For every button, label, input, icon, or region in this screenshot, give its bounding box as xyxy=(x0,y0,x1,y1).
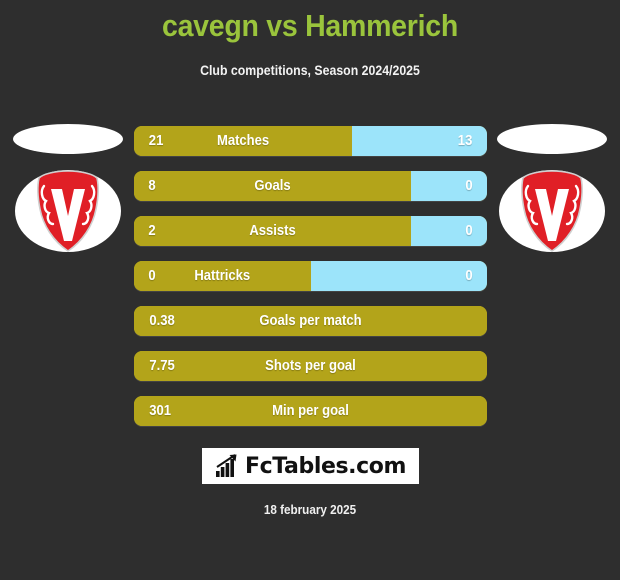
page-title: cavegn vs Hammerich xyxy=(162,8,458,43)
stat-row: Goals 8 0 xyxy=(134,171,487,201)
stat-value-away: 0 xyxy=(465,223,473,239)
fctables-logo-text: FcTables.com xyxy=(244,453,407,479)
stat-bar-home xyxy=(134,306,487,336)
stats-list: Matches 21 13 Goals 8 0 Assists 2 0 Hattricks 0 0 Go… xyxy=(134,126,487,441)
club-crest-icon xyxy=(521,170,583,252)
stat-row: Shots per goal 7.75 xyxy=(134,351,487,381)
stat-bar-away xyxy=(411,171,487,201)
stat-bar-home xyxy=(134,261,311,291)
bar-chart-arrow-icon xyxy=(215,454,237,477)
stat-bar-home xyxy=(134,351,487,381)
stat-bar-home xyxy=(134,171,412,201)
stat-value-home: 0.38 xyxy=(149,313,175,329)
stat-bar-home xyxy=(134,126,353,156)
stat-value-home: 21 xyxy=(148,133,164,149)
stat-bar-away xyxy=(411,216,487,246)
stat-row: Min per goal 301 xyxy=(134,396,487,426)
stat-row: Matches 21 13 xyxy=(134,126,487,156)
club-badge-left xyxy=(15,170,121,252)
report-date: 18 february 2025 xyxy=(263,502,357,517)
stat-row: Hattricks 0 0 xyxy=(134,261,487,291)
stat-value-away: 13 xyxy=(457,133,473,149)
stat-comparison-card: cavegn vs Hammerich Club competitions, S… xyxy=(0,0,620,580)
fctables-logo[interactable]: FcTables.com xyxy=(202,448,419,484)
stat-value-home: 2 xyxy=(148,223,156,239)
stat-value-home: 7.75 xyxy=(149,358,175,374)
stat-row: Goals per match 0.38 xyxy=(134,306,487,336)
stat-bar-away xyxy=(310,261,487,291)
stat-value-home: 8 xyxy=(148,178,156,194)
stat-value-home: 301 xyxy=(149,403,171,419)
club-crest-icon xyxy=(37,170,99,252)
badge-backdrop-right xyxy=(497,124,607,154)
stat-bar-home xyxy=(134,216,412,246)
stat-row: Assists 2 0 xyxy=(134,216,487,246)
stat-bar-home xyxy=(134,396,487,426)
page-subtitle: Club competitions, Season 2024/2025 xyxy=(200,62,420,78)
stat-value-home: 0 xyxy=(148,268,156,284)
badge-backdrop-left xyxy=(13,124,123,154)
stat-value-away: 0 xyxy=(465,178,473,194)
stat-value-away: 0 xyxy=(465,268,473,284)
club-badge-right xyxy=(499,170,605,252)
